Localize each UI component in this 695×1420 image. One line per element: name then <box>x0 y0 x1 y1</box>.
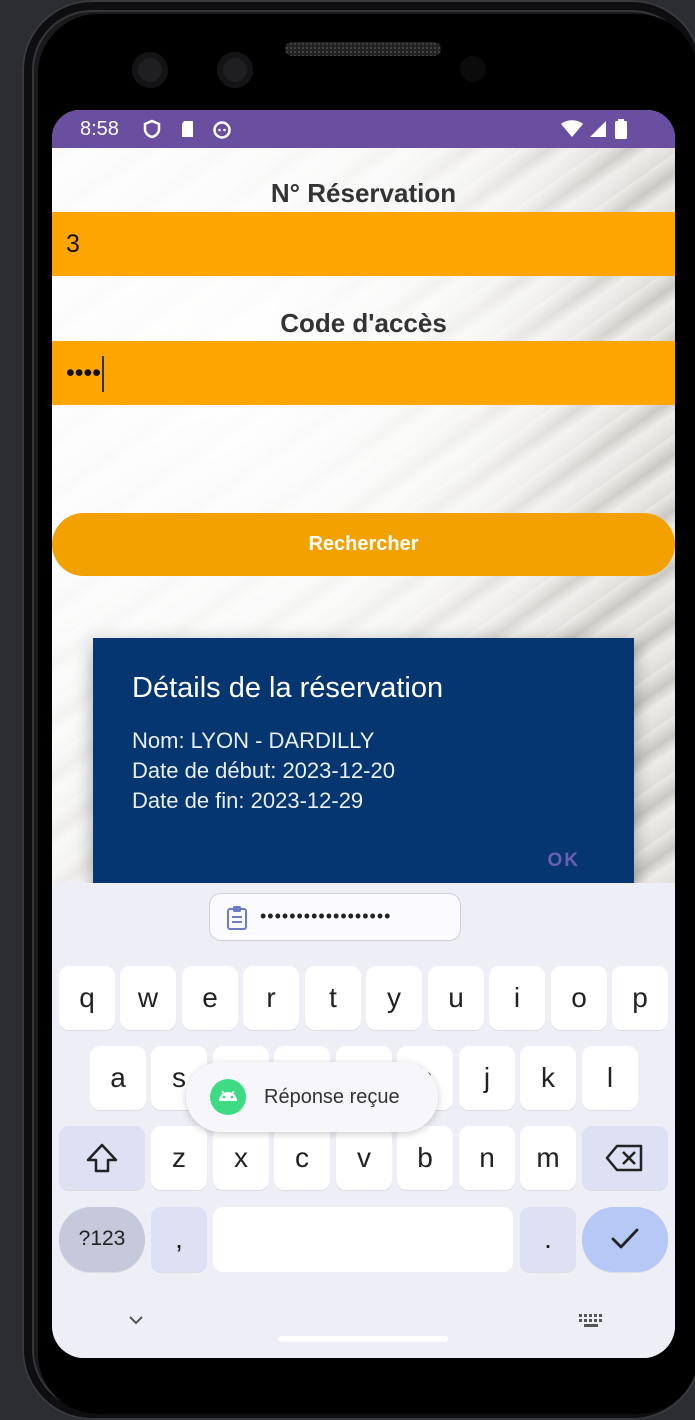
key-a[interactable]: a <box>90 1046 146 1110</box>
period-key[interactable]: . <box>520 1207 576 1272</box>
sd-card-icon <box>182 121 193 137</box>
key-r[interactable]: r <box>243 966 299 1030</box>
key-i[interactable]: i <box>489 966 545 1030</box>
front-camera-icon <box>132 52 168 88</box>
wifi-icon <box>561 120 583 137</box>
key-y[interactable]: y <box>366 966 422 1030</box>
clipboard-icon <box>227 906 247 930</box>
key-t[interactable]: t <box>305 966 361 1030</box>
status-bar: 8:58 <box>52 110 675 148</box>
symbols-key[interactable]: ?123 <box>59 1207 145 1272</box>
text-cursor <box>102 356 105 393</box>
shift-key[interactable] <box>59 1126 145 1190</box>
key-q[interactable]: q <box>59 966 115 1030</box>
reservation-label: N° Réservation <box>270 178 457 208</box>
space-bar[interactable] <box>213 1207 513 1272</box>
sensor-icon <box>460 56 486 82</box>
enter-key[interactable] <box>582 1207 668 1272</box>
access-code-label: Code d'accès <box>280 308 447 338</box>
toast-notification: Réponse reçue <box>186 1062 438 1132</box>
key-l[interactable]: l <box>582 1046 638 1110</box>
dialog-line-end-date: Date de fin: 2023-12-29 <box>132 788 364 813</box>
clipboard-suggestion[interactable]: •••••••••••••••••• <box>209 893 461 941</box>
dialog-line-name: Nom: LYON - DARDILLY <box>132 728 375 753</box>
key-c[interactable]: c <box>274 1126 330 1190</box>
backspace-key[interactable] <box>582 1126 668 1190</box>
checkmark-icon <box>611 1228 639 1249</box>
reservation-details-dialog: Détails de la réservation Nom: LYON - DA… <box>93 638 634 905</box>
key-k[interactable]: k <box>520 1046 576 1110</box>
reservation-number-value: 3 <box>66 230 80 258</box>
status-time: 8:58 <box>80 118 119 140</box>
comma-key[interactable]: , <box>151 1207 207 1272</box>
hide-keyboard-chevron-icon[interactable] <box>128 1315 144 1325</box>
key-v[interactable]: v <box>336 1126 392 1190</box>
reservation-number-input[interactable]: 3 <box>52 212 675 276</box>
key-w[interactable]: w <box>120 966 176 1030</box>
key-m[interactable]: m <box>520 1126 576 1190</box>
search-button[interactable]: Rechercher <box>52 513 675 576</box>
backspace-icon <box>605 1144 643 1172</box>
front-camera-icon <box>217 52 253 88</box>
key-e[interactable]: e <box>182 966 238 1030</box>
key-x[interactable]: x <box>213 1126 269 1190</box>
access-code-value: •••• <box>66 359 102 387</box>
dialog-title: Détails de la réservation <box>132 672 444 704</box>
key-o[interactable]: o <box>551 966 607 1030</box>
key-j[interactable]: j <box>459 1046 515 1110</box>
keyboard-switch-icon[interactable] <box>578 1313 604 1329</box>
toast-text: Réponse reçue <box>264 1086 400 1108</box>
battery-icon <box>615 119 627 139</box>
dialog-ok-button[interactable]: OK <box>548 850 581 872</box>
cell-signal-icon <box>590 121 606 137</box>
dialog-body: Nom: LYON - DARDILLY Date de début: 2023… <box>132 726 395 816</box>
earpiece-speaker <box>285 42 441 56</box>
clipboard-suggestion-text: •••••••••••••••••• <box>260 906 392 926</box>
key-u[interactable]: u <box>428 966 484 1030</box>
key-n[interactable]: n <box>459 1126 515 1190</box>
android-face-icon <box>213 121 231 139</box>
key-z[interactable]: z <box>151 1126 207 1190</box>
android-robot-icon <box>210 1079 246 1115</box>
shield-icon <box>143 119 161 139</box>
shift-arrow-icon <box>86 1143 118 1173</box>
app-content: N° Réservation 3 Code d'accès •••• Reche… <box>52 148 675 905</box>
phone-screen: 8:58 N° Réservation 3 Code d'accès •••• <box>52 110 675 1358</box>
dialog-line-start-date: Date de début: 2023-12-20 <box>132 758 395 783</box>
access-code-input[interactable]: •••• <box>52 341 675 405</box>
key-p[interactable]: p <box>612 966 668 1030</box>
key-b[interactable]: b <box>397 1126 453 1190</box>
home-gesture-bar[interactable] <box>278 1336 448 1342</box>
